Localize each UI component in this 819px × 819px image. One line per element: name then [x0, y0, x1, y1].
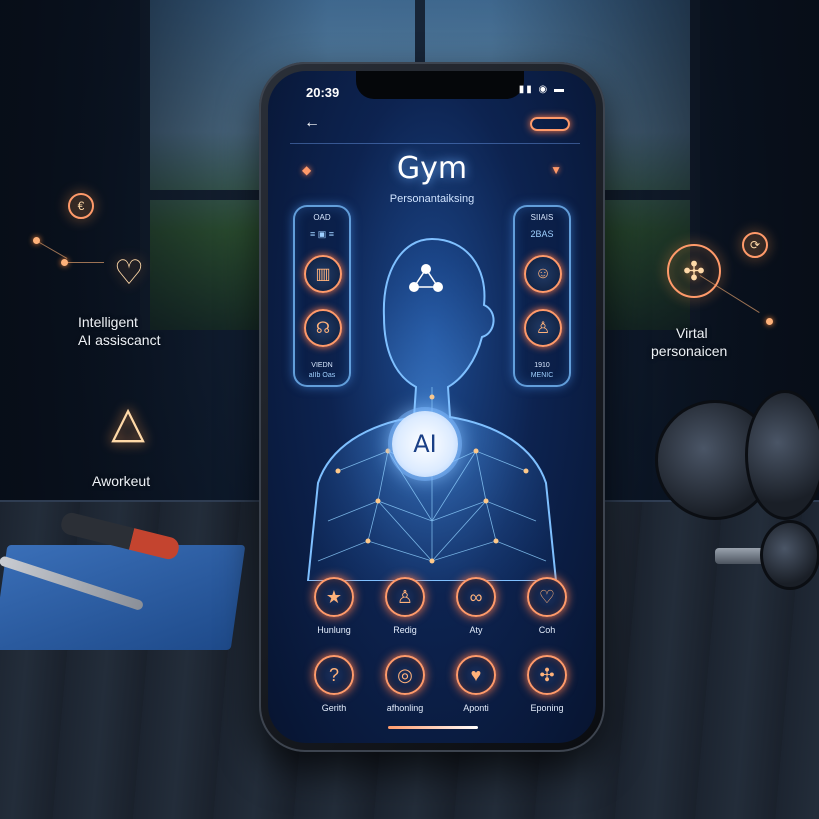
- dumbbell-weight: [760, 520, 819, 590]
- annotation-ai-assistance: AI assiscanct: [78, 332, 161, 348]
- header-divider: [290, 143, 580, 144]
- feature-label: Hunlung: [317, 625, 351, 635]
- connector-node: [33, 237, 40, 244]
- feature-label: Coh: [538, 625, 556, 635]
- feature-button[interactable]: ? Gerith: [296, 655, 372, 725]
- phone-notch: [356, 71, 524, 99]
- annotation-virtual: Virtal: [676, 325, 708, 341]
- annotation-workout: Aworkeut: [92, 473, 151, 489]
- phone-screen: 20:39 ▮▮ ◉ ▬ ← ◆ ▼ Gym Personantaiksing …: [268, 71, 596, 743]
- ai-badge[interactable]: AI: [392, 411, 458, 477]
- refresh-icon: ⟳: [742, 232, 768, 258]
- status-icons: ▮▮ ◉ ▬: [518, 84, 566, 95]
- connector-node: [61, 259, 68, 266]
- feature-label: Aty: [469, 625, 483, 635]
- ai-human-figure: [298, 221, 566, 582]
- feature-label: Aponti: [463, 703, 489, 713]
- feature-button[interactable]: ★ Hunlung: [296, 577, 372, 647]
- arrow-left-icon: ←: [304, 114, 320, 131]
- wireframe-body-graphic: [306, 237, 558, 582]
- infinity-icon: ∞: [456, 577, 496, 617]
- annotation-personalization: personaicen: [651, 343, 728, 359]
- feature-button[interactable]: ♙ Redig: [367, 577, 443, 647]
- target-icon: ◎: [385, 655, 425, 695]
- feature-label: Eponing: [530, 703, 564, 713]
- heart-filled-icon: ♥: [456, 655, 496, 695]
- question-icon: ?: [314, 655, 354, 695]
- annotation-intelligent: Intelligent: [78, 314, 138, 330]
- connector-node: [766, 318, 773, 325]
- feature-label: Redig: [393, 625, 417, 635]
- feature-label: Gerith: [321, 703, 347, 713]
- feature-button[interactable]: ✣ Eponing: [509, 655, 585, 725]
- network-icon: ✣: [527, 655, 567, 695]
- status-time: 20:39: [306, 85, 340, 100]
- heart-icon: ♡: [527, 577, 567, 617]
- star-icon: ★: [314, 577, 354, 617]
- smartphone: 20:39 ▮▮ ◉ ▬ ← ◆ ▼ Gym Personantaiksing …: [259, 62, 605, 752]
- coin-icon: €: [68, 193, 94, 219]
- warning-triangle-icon: △: [111, 397, 145, 447]
- wifi-heart-icon: ♡: [113, 254, 145, 292]
- back-button[interactable]: ←: [302, 113, 322, 133]
- home-indicator[interactable]: [388, 726, 478, 729]
- brain-network-icon: ✣: [667, 244, 721, 298]
- app-title: Gym: [396, 151, 468, 186]
- feature-label: afhonling: [386, 703, 424, 713]
- feature-button[interactable]: ∞ Aty: [438, 577, 514, 647]
- feature-button[interactable]: ◎ afhonling: [367, 655, 443, 725]
- feature-button[interactable]: ♥ Aponti: [438, 655, 514, 725]
- dumbbell-weight: [745, 390, 819, 520]
- menu-button[interactable]: [530, 117, 570, 131]
- app-subtitle: Personantaiksing: [389, 193, 475, 205]
- feature-button[interactable]: ♡ Coh: [509, 577, 585, 647]
- person-icon: ♙: [385, 577, 425, 617]
- connector-line: [64, 262, 104, 263]
